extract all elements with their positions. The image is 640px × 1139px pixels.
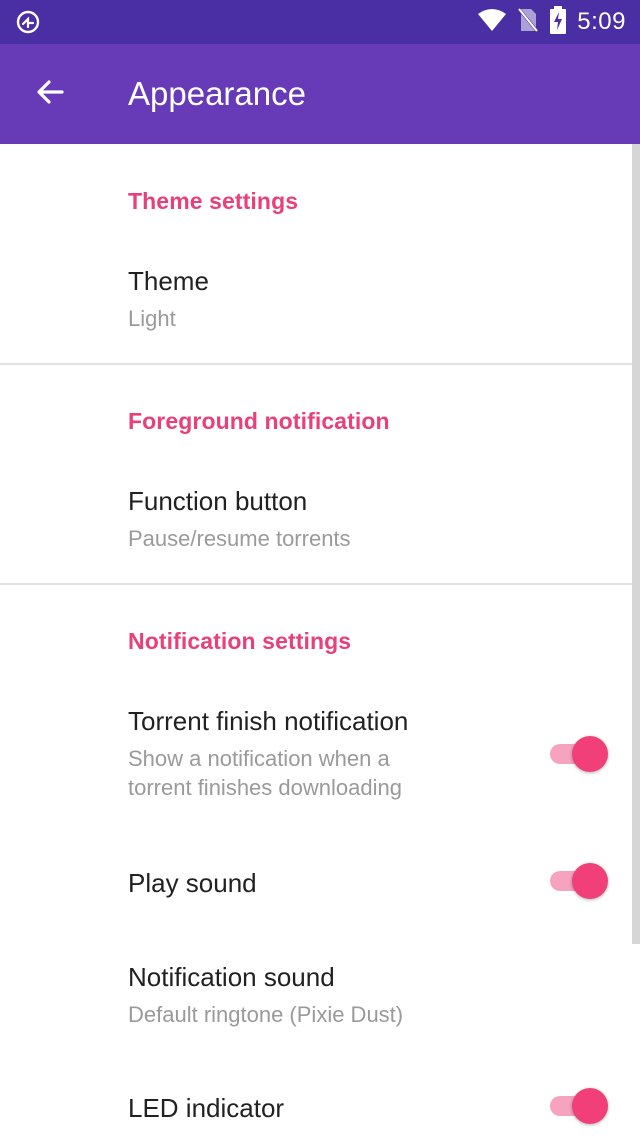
pref-title: Play sound — [128, 868, 257, 898]
preferences-list[interactable]: Theme settings Theme Light Foreground no… — [0, 144, 640, 1139]
section-header-notification-settings: Notification settings — [128, 628, 352, 654]
status-time: 5:09 — [577, 8, 626, 35]
switch-thumb — [572, 736, 608, 772]
pref-title: Function button — [128, 486, 308, 516]
status-icons: 5:09 — [477, 5, 626, 39]
divider — [0, 583, 640, 585]
no-sim-icon — [517, 6, 540, 38]
pref-torrent-finish-notification[interactable]: Torrent finish notification Show a notif… — [0, 684, 632, 822]
pref-summary: Default ringtone (Pixie Dust) — [128, 1002, 404, 1027]
scrollbar[interactable] — [632, 144, 640, 944]
app-notification-icon — [16, 10, 40, 34]
led-indicator-switch[interactable] — [548, 1086, 608, 1126]
wifi-icon — [477, 8, 507, 37]
pref-play-sound[interactable]: Play sound — [0, 844, 632, 924]
arrow-back-icon — [35, 77, 65, 112]
pref-title: Theme — [128, 266, 209, 296]
pref-title: Torrent finish notification — [128, 706, 409, 736]
play-sound-switch[interactable] — [548, 861, 608, 901]
pref-title: LED indicator — [128, 1093, 285, 1123]
section-header-theme-settings: Theme settings — [128, 188, 299, 214]
app-bar: Appearance — [0, 44, 640, 144]
pref-summary: Light — [128, 306, 176, 331]
divider — [0, 363, 640, 365]
battery-charging-icon — [549, 5, 567, 39]
pref-summary: Pause/resume torrents — [128, 526, 351, 551]
torrent-finish-notification-switch[interactable] — [548, 734, 608, 774]
pref-led-indicator[interactable]: LED indicator — [0, 1069, 632, 1139]
pref-title: Notification sound — [128, 962, 335, 992]
back-button[interactable] — [30, 74, 70, 114]
pref-notification-sound[interactable]: Notification sound Default ringtone (Pix… — [0, 944, 632, 1054]
pref-summary-line-1: Show a notification when a — [128, 746, 390, 771]
pref-function-button[interactable]: Function button Pause/resume torrents — [0, 464, 632, 584]
status-bar: 5:09 — [0, 0, 640, 44]
pref-summary-line-2: torrent finishes downloading — [128, 775, 402, 800]
page-title: Appearance — [128, 75, 306, 112]
pref-theme[interactable]: Theme Light — [0, 244, 632, 364]
switch-thumb — [572, 863, 608, 899]
switch-thumb — [572, 1088, 608, 1124]
section-header-foreground-notification: Foreground notification — [128, 408, 390, 434]
